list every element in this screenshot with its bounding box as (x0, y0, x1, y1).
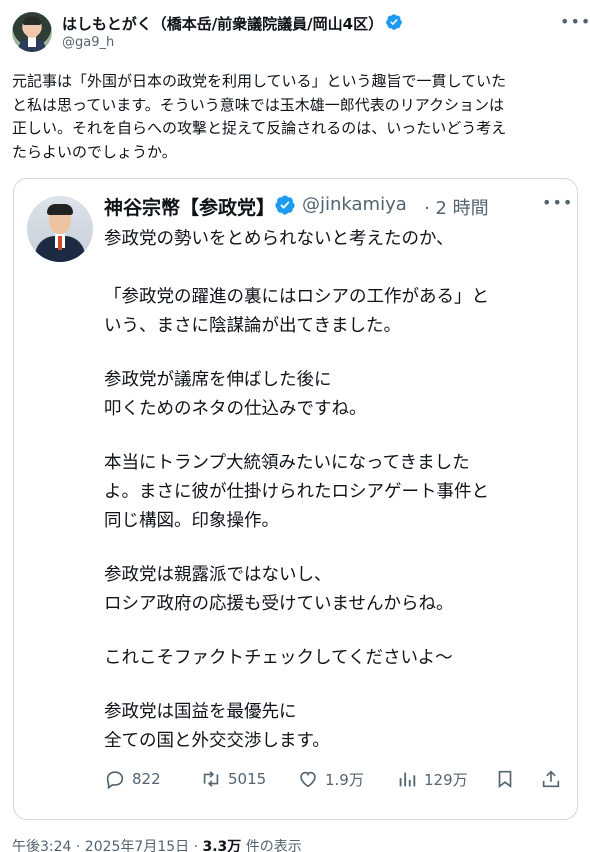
quoted-author-handle[interactable]: @jinkamiya (302, 194, 407, 215)
repost-count: 5015 (228, 770, 267, 788)
bookmark-icon (498, 770, 512, 788)
author-avatar[interactable] (12, 12, 52, 52)
quoted-text-line: 同じ構図。印象操作。 (104, 511, 279, 531)
like-count: 1.9万 (325, 770, 364, 789)
heart-icon (300, 771, 316, 788)
post-text: 元記事は「外国が日本の政党を利用している」という趣旨で一貫していた と私は思って… (12, 70, 578, 164)
like-button[interactable]: 1.9万 (297, 764, 364, 794)
analytics-icon (399, 772, 416, 787)
more-options-icon[interactable]: ••• (542, 193, 573, 212)
quoted-text-line: いう、まさに陰謀論が出てきました。 (104, 316, 401, 336)
quoted-text-line: これこそファクトチェックしてくださいよ～ (104, 648, 453, 668)
post-text-line: たらよいのでしょうか。 (12, 142, 177, 161)
post-header: はしもとがく（橋本岳/前衆議院議員/岡山4区） @ga9_h ••• (0, 0, 590, 62)
more-options-icon[interactable]: ••• (560, 12, 590, 32)
author-handle[interactable]: @ga9_h (62, 35, 114, 50)
action-bar: 822 5015 1.9万 129万 (14, 764, 577, 794)
quoted-text-line: 叩くためのネタの仕込みですね。 (104, 399, 367, 419)
quoted-text-line: 本当にトランプ大統領みたいになってきました (104, 453, 470, 473)
quoted-text-line: 参政党は国益を最優先に (104, 702, 297, 722)
views-label: 件の表示 (241, 839, 302, 852)
quoted-text-line: 全ての国と外交交渉します。 (104, 731, 330, 751)
quoted-text-line: よ。まさに彼が仕掛けられたロシアゲート事件と (104, 482, 489, 502)
repost-button[interactable]: 5015 (200, 764, 266, 794)
quoted-text-line: ロシア政府の応援も受けていませんからね。 (104, 594, 454, 614)
post-meta: 午後3:24 · 2025年7月15日 · 3.3万 件の表示 (12, 836, 302, 852)
post-text-line: 元記事は「外国が日本の政党を利用している」という趣旨で一貫していた (12, 72, 507, 90)
quoted-timestamp[interactable]: · 2 時間 (424, 194, 489, 220)
verified-badge-icon (275, 195, 295, 215)
quoted-author-name[interactable]: 神谷宗幣【参政党】 (104, 193, 275, 220)
quoted-text-line: 参政党は親露派ではないし、 (104, 565, 332, 585)
bookmark-button[interactable] (494, 764, 522, 794)
share-icon (542, 770, 560, 788)
views-count: 129万 (424, 770, 468, 789)
verified-badge-icon (386, 14, 402, 30)
post-text-line: 正しい。それを自らへの攻撃と捉えて反論されるのは、いったいどう考え (12, 119, 507, 137)
quoted-text-line: 参政党が議席を伸ばした後に (104, 370, 332, 390)
post-text-line: と私は思っています。そういう意味では玉木雄一郎代表のリアクションは (12, 95, 505, 114)
quoted-post[interactable]: 神谷宗幣【参政党】 @jinkamiya · 2 時間 ••• 参政党の勢いをと… (13, 178, 578, 820)
author-name[interactable]: はしもとがく（橋本岳/前衆議院議員/岡山4区） (62, 13, 383, 34)
quoted-text-line: 「参政党の躍進の裏にはロシアの工作がある」と (104, 287, 489, 307)
reply-icon (106, 771, 124, 790)
views-button[interactable]: 129万 (396, 764, 468, 794)
post-timestamp[interactable]: 午後3:24 · 2025年7月15日 · (12, 839, 203, 852)
quoted-text-line: 参政党の勢いをとめられないと考えたのか、 (104, 229, 454, 249)
share-button[interactable] (540, 764, 568, 794)
quoted-author-avatar[interactable] (27, 196, 93, 262)
reply-count: 822 (132, 770, 161, 788)
repost-icon (203, 771, 219, 787)
reply-button[interactable]: 822 (104, 764, 161, 794)
views-total: 3.3万 (202, 839, 242, 852)
